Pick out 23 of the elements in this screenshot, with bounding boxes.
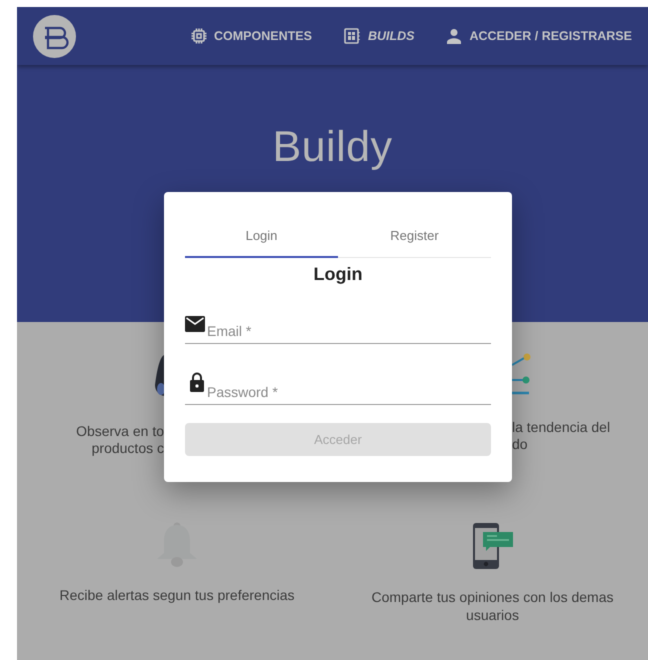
nav-link[interactable]: ACCEDER / REGISTRARSE	[446, 28, 632, 44]
tab[interactable]: Login	[185, 214, 338, 258]
envelope-icon	[185, 316, 205, 332]
feature-text: la tendencia del	[512, 419, 610, 436]
feature-text: productos c	[92, 440, 164, 457]
grid-icon	[344, 28, 361, 44]
hero-title: Buildy	[272, 122, 393, 173]
phone-message-icon	[472, 522, 514, 570]
person-icon	[446, 28, 462, 44]
tab[interactable]: Register	[338, 214, 491, 258]
feature-text: Comparte tus opiniones con los demas usuarios	[370, 588, 615, 624]
feature-text: Recibe alertas segun tus preferencias	[59, 586, 295, 604]
nav-link[interactable]: COMPONENTES	[191, 28, 312, 44]
nav-link[interactable]: BUILDS	[344, 28, 414, 44]
chip-icon	[191, 28, 207, 44]
lock-icon	[189, 372, 205, 392]
feature-text: Observa en to	[76, 423, 164, 440]
trend-chart-icon	[512, 353, 532, 397]
dialog-heading: Login	[312, 264, 364, 285]
email-field[interactable]: Email *	[207, 323, 491, 343]
password-field[interactable]: Password *	[207, 384, 491, 404]
logo[interactable]	[33, 14, 76, 58]
feature-text: do	[512, 436, 528, 453]
